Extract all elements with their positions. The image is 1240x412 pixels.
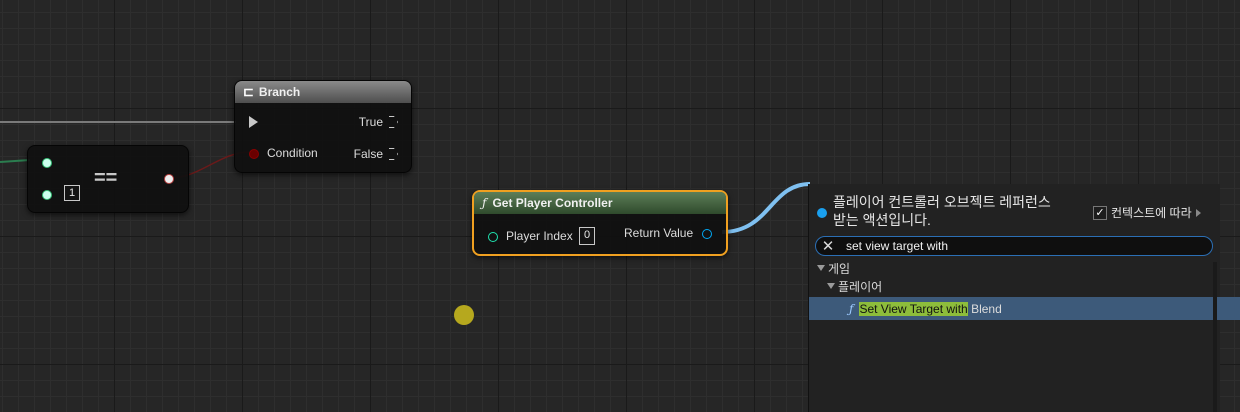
equals-output-pin[interactable] [164,174,174,184]
search-box[interactable]: ✕ [815,236,1213,256]
category-player[interactable]: 플레이어 [809,276,1231,296]
menu-title-line2: 받는 액션입니다. [833,212,931,228]
branch-condition-label: Condition [267,146,318,160]
action-menu[interactable]: 플레이어 컨트롤러 오브젝트 레퍼런스 받는 액션입니다. ✓ 컨텍스트에 따라… [808,184,1240,412]
context-sensitive-toggle[interactable]: ✓ 컨텍스트에 따라 [1093,204,1201,221]
category-player-label: 플레이어 [838,279,883,294]
menu-title-line1: 플레이어 컨트롤러 오브젝트 레퍼런스 [833,194,1051,210]
branch-icon: ⊏ [243,84,254,99]
branch-title: Branch [258,85,301,99]
reroute-knot[interactable] [454,305,474,325]
function-icon: ƒ [482,196,487,210]
get-player-controller-node[interactable]: ƒ Get Player Controller Player Index 0 R… [472,190,728,256]
player-index-pin[interactable] [488,232,498,242]
branch-node[interactable]: ⊏ Branch True Condition False [234,80,412,173]
equals-input-b-pin[interactable] [42,190,52,200]
collapse-arrow-icon[interactable] [827,283,835,289]
branch-condition-pin[interactable] [249,149,259,159]
object-type-icon [817,208,827,218]
menu-scrollbar[interactable] [1213,262,1217,412]
equals-input-b-value[interactable]: 1 [64,185,80,201]
clear-search-icon[interactable]: ✕ [818,237,838,255]
category-game-label: 게임 [828,261,851,276]
branch-false-pin[interactable] [389,148,398,160]
object-wire [721,182,811,234]
result-set-view-target-with-blend[interactable]: ƒ Set View Target with Blend [809,297,1240,320]
category-game[interactable]: 게임 [809,258,1221,278]
branch-header: ⊏ Branch [235,81,411,103]
return-value-pin[interactable] [702,229,712,239]
get-player-controller-header: ƒ Get Player Controller [474,192,726,214]
player-index-label: Player Index [506,229,573,243]
context-checkbox[interactable]: ✓ [1093,205,1107,220]
expand-arrow-icon[interactable] [1195,208,1201,217]
result-rest-text: Blend [967,301,1002,316]
equals-node[interactable]: 1 == [27,145,189,213]
equals-title: == [94,167,118,189]
get-player-controller-title: Get Player Controller [492,196,613,210]
branch-true-label: True [358,115,383,129]
player-index-value[interactable]: 0 [579,227,595,245]
int-wire [0,159,31,163]
equals-input-a-pin[interactable] [42,158,52,168]
branch-exec-in-pin[interactable] [249,116,258,128]
function-icon: ƒ [849,301,854,316]
collapse-arrow-icon[interactable] [817,265,825,271]
branch-false-label: False [353,147,383,161]
search-input[interactable] [846,239,1186,253]
menu-title: 플레이어 컨트롤러 오브젝트 레퍼런스 받는 액션입니다. [833,193,1051,229]
search-match-highlight: Set View Target with [859,301,968,316]
branch-true-pin[interactable] [389,116,398,128]
return-value-label: Return Value [624,226,694,240]
context-label: 컨텍스트에 따라 [1111,206,1192,220]
